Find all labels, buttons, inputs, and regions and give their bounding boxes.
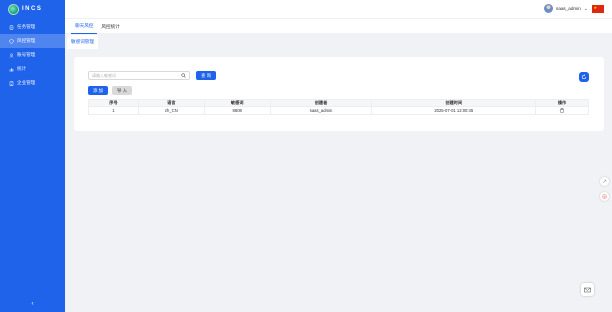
translate-icon[interactable]: 文 xyxy=(600,192,609,201)
content-card: 查 询 添 加 导 入 序号 语言 敏感词 创建者 创建时间 操作 1 zh_C… xyxy=(74,57,604,131)
username: saas_admin xyxy=(556,6,581,11)
sidebar-item-risk-control[interactable]: 风控管理 xyxy=(0,34,65,48)
clipboard-icon xyxy=(9,25,14,30)
sidebar-item-label: 风控管理 xyxy=(17,38,36,43)
tab-chat-risk-control[interactable]: 聊天风控 xyxy=(71,19,98,34)
column-header-actions: 操作 xyxy=(535,99,589,107)
search-field[interactable] xyxy=(88,71,190,80)
top-header: saas_admin ⌄ ★ xyxy=(65,0,612,18)
china-flag-icon[interactable]: ★ xyxy=(592,5,604,13)
chart-icon xyxy=(9,67,14,72)
cell-created-at: 2025-07-01 12:00:45 xyxy=(371,106,537,115)
trash-icon[interactable] xyxy=(560,107,564,114)
logo[interactable]: INCS xyxy=(0,0,65,18)
column-header-creator: 创建者 xyxy=(269,99,373,107)
column-header-language: 语言 xyxy=(137,99,205,107)
add-button[interactable]: 添 加 xyxy=(88,86,108,95)
module-tabs: 聊天风控 风控统计 xyxy=(65,18,612,34)
search-row: 查 询 xyxy=(88,71,216,80)
search-input[interactable] xyxy=(92,73,172,78)
expand-icon[interactable] xyxy=(600,177,609,186)
tab-sensitive-words[interactable]: 敏感词管理 xyxy=(67,35,98,49)
chevron-left-icon[interactable]: ‹ xyxy=(0,301,65,307)
cell-index: 1 xyxy=(88,106,139,115)
column-header-word: 敏感词 xyxy=(203,99,271,107)
sidebar-item-tasks[interactable]: 任务管理 xyxy=(0,20,65,34)
logo-icon xyxy=(8,3,19,15)
sidebar-item-enterprise[interactable]: 企业管理 xyxy=(0,76,65,90)
sidebar-item-label: 任务管理 xyxy=(17,24,36,29)
chevron-down-icon: ⌄ xyxy=(583,5,588,12)
refresh-icon[interactable] xyxy=(579,72,589,82)
search-icon[interactable] xyxy=(181,72,186,79)
column-header-index: 序号 xyxy=(88,99,139,107)
shield-icon xyxy=(9,38,14,44)
sensitive-words-table: 序号 语言 敏感词 创建者 创建时间 操作 1 zh_CN 8808 saas_… xyxy=(88,99,589,115)
sidebar-item-accounts[interactable]: 账号管理 xyxy=(0,48,65,62)
cell-actions xyxy=(535,106,589,115)
action-row: 添 加 导 入 xyxy=(88,86,132,95)
tab-risk-statistics[interactable]: 风控统计 xyxy=(97,19,123,34)
query-button[interactable]: 查 询 xyxy=(196,71,216,80)
sidebar-menu: 任务管理 风控管理 账号管理 统计 企业管理 xyxy=(0,20,65,90)
mail-icon[interactable] xyxy=(581,283,594,296)
user-icon xyxy=(9,53,14,58)
logo-text: INCS xyxy=(22,6,43,12)
import-button[interactable]: 导 入 xyxy=(112,86,132,95)
sidebar-item-label: 账号管理 xyxy=(17,52,36,57)
avatar xyxy=(544,4,554,13)
cell-language: zh_CN xyxy=(137,106,205,115)
sidebar-item-statistics[interactable]: 统计 xyxy=(0,62,65,76)
sidebar-item-label: 统计 xyxy=(17,66,27,71)
user-menu[interactable]: saas_admin ⌄ xyxy=(544,4,588,13)
table-row: 1 zh_CN 8808 saas_admin 2025-07-01 12:00… xyxy=(88,106,589,115)
cell-word: 8808 xyxy=(203,106,271,115)
cell-creator: saas_admin xyxy=(269,106,373,115)
building-icon xyxy=(9,81,14,86)
sidebar: INCS 任务管理 风控管理 账号管理 统计 企业管理 ‹ xyxy=(0,0,65,312)
table-header-row: 序号 语言 敏感词 创建者 创建时间 操作 xyxy=(88,99,589,107)
page-tabs: 敏感词管理 xyxy=(65,34,612,49)
column-header-created-at: 创建时间 xyxy=(371,99,537,107)
sidebar-item-label: 企业管理 xyxy=(17,80,36,85)
